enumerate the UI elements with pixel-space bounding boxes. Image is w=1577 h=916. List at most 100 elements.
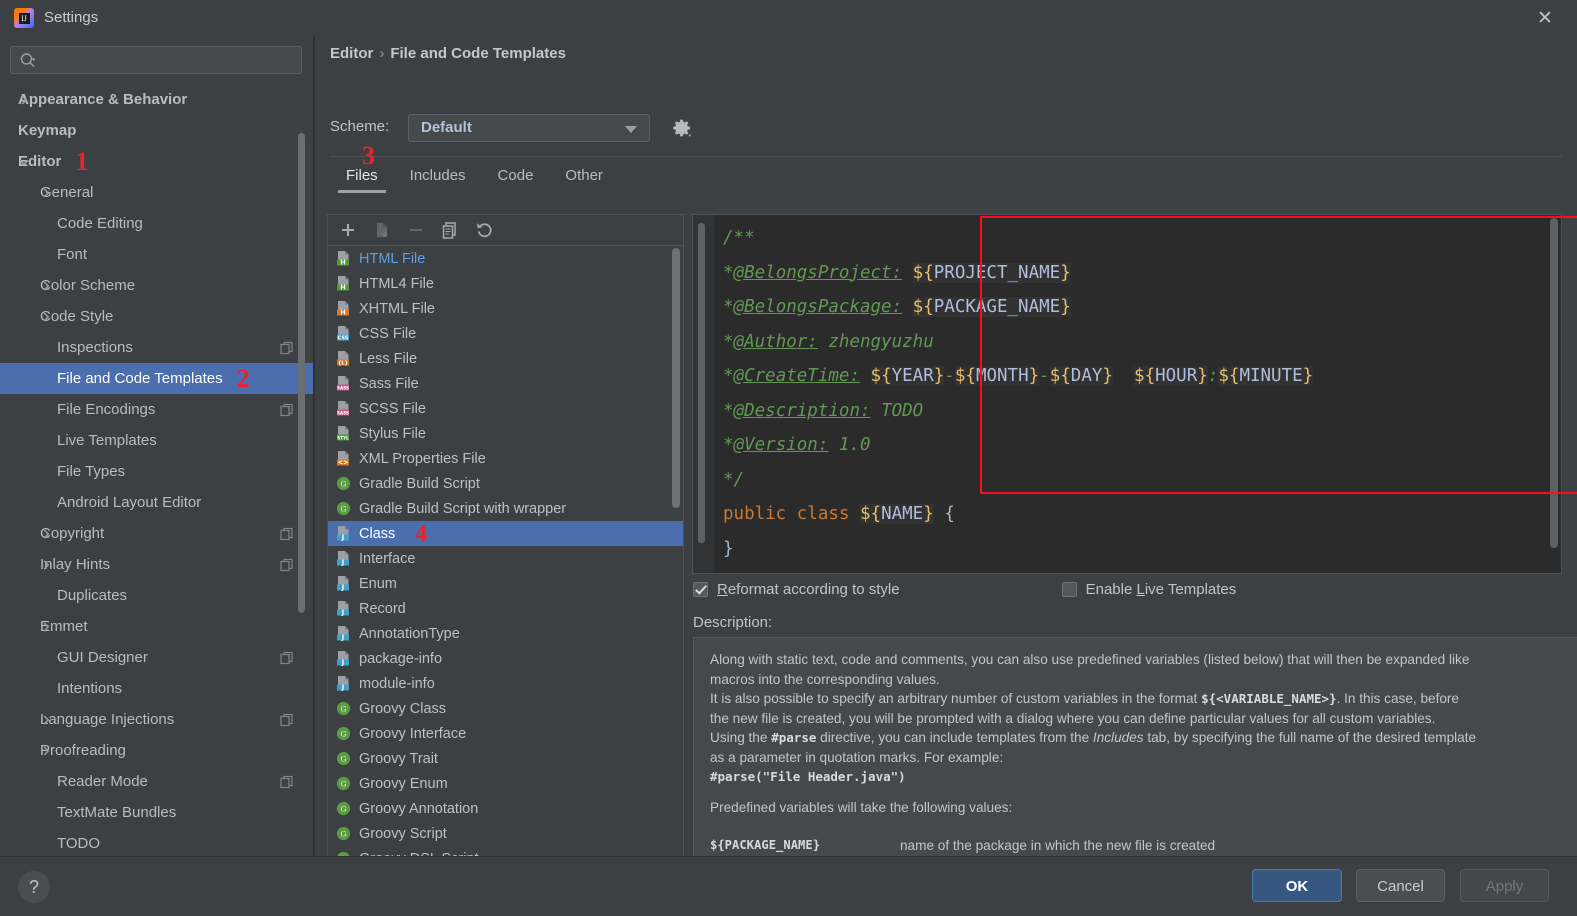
cancel-button[interactable]: Cancel	[1356, 869, 1445, 902]
template-list-item[interactable]: Jmodule-info	[328, 671, 683, 696]
header-divider	[330, 156, 1562, 157]
sidebar-item-color-scheme[interactable]: Color Scheme	[0, 270, 313, 301]
settings-sidebar: Appearance & BehaviorKeymapEditor1Genera…	[0, 36, 313, 856]
template-list-item[interactable]: {L}Less File	[328, 346, 683, 371]
sidebar-item-code-style[interactable]: Code Style	[0, 301, 313, 332]
sidebar-item-file-and-code-templates[interactable]: File and Code Templates2	[0, 363, 313, 394]
sidebar-item-emmet[interactable]: Emmet	[0, 611, 313, 642]
sidebar-item-appearance-behavior[interactable]: Appearance & Behavior	[0, 84, 313, 115]
chevron-right-icon[interactable]	[40, 621, 52, 633]
template-list-item[interactable]: JAnnotationType	[328, 621, 683, 646]
sidebar-item-font[interactable]: Font	[0, 239, 313, 270]
template-list-item[interactable]: JClass4	[328, 521, 683, 546]
sidebar-item-intentions[interactable]: Intentions	[0, 673, 313, 704]
sidebar-item-copyright[interactable]: Copyright	[0, 518, 313, 549]
template-list-item[interactable]: GGroovy Class	[328, 696, 683, 721]
template-list-item-label: Gradle Build Script	[359, 476, 480, 492]
template-list-item[interactable]: GGroovy Trait	[328, 746, 683, 771]
help-button[interactable]: ?	[18, 871, 50, 903]
chevron-right-icon[interactable]	[40, 559, 52, 571]
chevron-right-icon[interactable]	[40, 714, 52, 726]
template-code-editor[interactable]: /** *@BelongsProject: ${PROJECT_NAME} *@…	[692, 214, 1562, 574]
template-list-item[interactable]: CSSCSS File	[328, 321, 683, 346]
chevron-down-icon[interactable]	[18, 156, 30, 168]
sidebar-item-todo[interactable]: TODO	[0, 828, 313, 856]
sidebar-item-duplicates[interactable]: Duplicates	[0, 580, 313, 611]
description-panel[interactable]: Along with static text, code and comment…	[693, 637, 1577, 877]
sidebar-item-proofreading[interactable]: Proofreading	[0, 735, 313, 766]
template-list-item[interactable]: HXHTML File	[328, 296, 683, 321]
templates-toolbar	[327, 214, 684, 245]
close-icon[interactable]: ✕	[1533, 6, 1557, 30]
template-list-item[interactable]: GGroovy Interface	[328, 721, 683, 746]
tab-includes[interactable]: Includes	[394, 159, 482, 193]
sidebar-item-keymap[interactable]: Keymap	[0, 115, 313, 146]
sidebar-item-inlay-hints[interactable]: Inlay Hints	[0, 549, 313, 580]
template-list-item[interactable]: Jpackage-info	[328, 646, 683, 671]
template-list-item[interactable]: SASSSass File	[328, 371, 683, 396]
copy-template-icon[interactable]	[440, 220, 460, 240]
svg-text:G: G	[341, 779, 347, 788]
breadcrumb-separator: ›	[379, 45, 384, 62]
reset-template-icon[interactable]	[474, 220, 494, 240]
template-list-item[interactable]: GGroovy Annotation	[328, 796, 683, 821]
sidebar-item-inspections[interactable]: Inspections	[0, 332, 313, 363]
template-list-item[interactable]: <>XML Properties File	[328, 446, 683, 471]
gear-icon[interactable]	[670, 116, 694, 140]
java-file-icon: J	[335, 575, 352, 592]
template-category-tabs[interactable]: Files3IncludesCodeOther	[330, 158, 619, 194]
reformat-according-to-style-checkbox[interactable]: Reformat according to style	[693, 581, 900, 598]
ok-button[interactable]: OK	[1252, 869, 1342, 902]
tab-other[interactable]: Other	[549, 159, 619, 193]
sidebar-item-code-editing[interactable]: Code Editing	[0, 208, 313, 239]
add-template-icon[interactable]	[338, 220, 358, 240]
sidebar-item-file-encodings[interactable]: File Encodings	[0, 394, 313, 425]
tab-code[interactable]: Code	[482, 159, 550, 193]
template-list-item[interactable]: GGroovy Script	[328, 821, 683, 846]
sidebar-item-general[interactable]: General	[0, 177, 313, 208]
breadcrumb-root[interactable]: Editor	[330, 45, 373, 62]
template-list-item[interactable]: STYLStylus File	[328, 421, 683, 446]
template-list-item[interactable]: HHTML File	[328, 246, 683, 271]
sidebar-scrollbar[interactable]	[298, 133, 305, 613]
sidebar-item-textmate-bundles[interactable]: TextMate Bundles	[0, 797, 313, 828]
scheme-select[interactable]: Default	[408, 114, 650, 142]
chevron-right-icon[interactable]	[40, 528, 52, 540]
sidebar-item-gui-designer[interactable]: GUI Designer	[0, 642, 313, 673]
template-list-item[interactable]: G Groovy Enum	[328, 771, 683, 796]
enable-live-templates-checkbox[interactable]: Enable Live Templates	[1062, 581, 1237, 598]
search-input[interactable]	[10, 46, 302, 74]
editor-code-content[interactable]: /** *@BelongsProject: ${PROJECT_NAME} *@…	[723, 221, 1545, 573]
settings-tree[interactable]: Appearance & BehaviorKeymapEditor1Genera…	[0, 84, 313, 856]
chevron-right-icon[interactable]	[40, 280, 52, 292]
reformat-checkbox-label: Reformat according to style	[717, 581, 900, 598]
template-list-item[interactable]: SASSSCSS File	[328, 396, 683, 421]
template-list-item[interactable]: GGradle Build Script with wrapper	[328, 496, 683, 521]
sidebar-item-label: File and Code Templates	[57, 370, 223, 387]
sidebar-item-language-injections[interactable]: Language Injections	[0, 704, 313, 735]
sidebar-item-label: GUI Designer	[57, 649, 148, 666]
template-list-item-label: Groovy Enum	[359, 776, 448, 792]
apply-button[interactable]: Apply	[1460, 869, 1549, 902]
sidebar-item-reader-mode[interactable]: Reader Mode	[0, 766, 313, 797]
sidebar-item-live-templates[interactable]: Live Templates	[0, 425, 313, 456]
template-list-item[interactable]: JInterface	[328, 546, 683, 571]
template-list-item[interactable]: JRecord	[328, 596, 683, 621]
create-template-from-file-icon[interactable]	[372, 220, 392, 240]
sidebar-item-android-layout-editor[interactable]: Android Layout Editor	[0, 487, 313, 518]
sidebar-item-editor[interactable]: Editor1	[0, 146, 313, 177]
chevron-right-icon[interactable]	[40, 187, 52, 199]
remove-template-icon[interactable]	[406, 220, 426, 240]
editor-scrollbar[interactable]	[1550, 218, 1558, 548]
templates-list-scrollbar[interactable]	[672, 248, 680, 508]
template-list-item[interactable]: JEnum	[328, 571, 683, 596]
svg-text:J: J	[341, 558, 344, 566]
sidebar-item-file-types[interactable]: File Types	[0, 456, 313, 487]
template-list-item[interactable]: GGradle Build Script	[328, 471, 683, 496]
chevron-right-icon[interactable]	[40, 311, 52, 323]
template-list-item[interactable]: HHTML4 File	[328, 271, 683, 296]
templates-list[interactable]: HHTML FileHHTML4 FileHXHTML FileCSSCSS F…	[327, 245, 684, 877]
tab-files[interactable]: Files3	[330, 159, 394, 193]
chevron-right-icon[interactable]	[40, 745, 52, 757]
chevron-right-icon[interactable]	[18, 94, 30, 106]
